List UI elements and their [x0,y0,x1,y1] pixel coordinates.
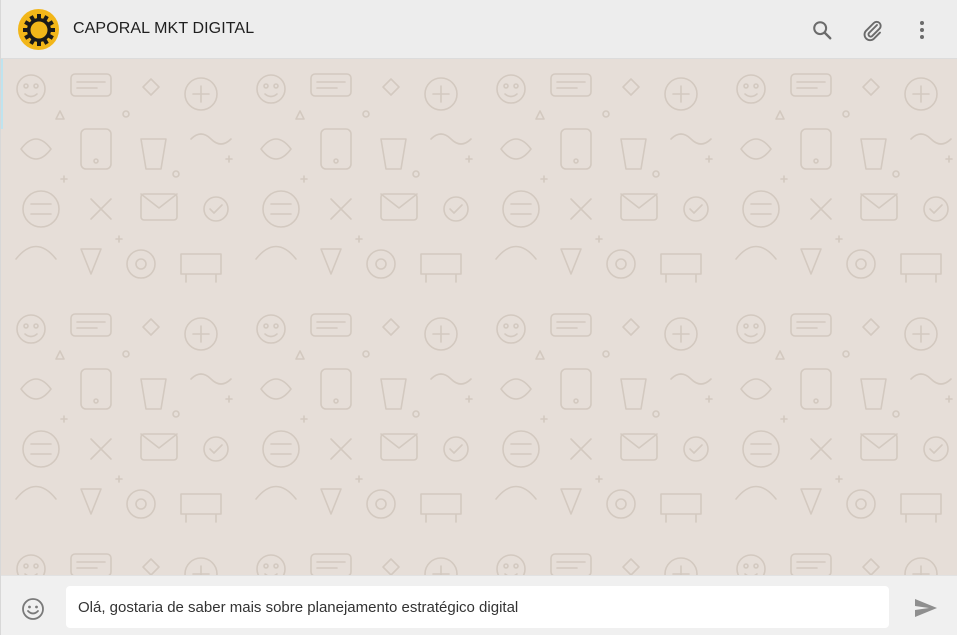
avatar[interactable] [18,9,59,50]
send-icon[interactable] [912,595,940,621]
smiley-icon[interactable] [20,596,46,622]
chat-window: CAPORAL MKT DIGITAL [0,0,957,635]
search-icon[interactable] [809,17,835,43]
contact-name[interactable]: CAPORAL MKT DIGITAL [73,20,254,38]
wallpaper-pattern [1,59,957,575]
paperclip-icon[interactable] [859,17,885,43]
message-input[interactable] [66,586,889,628]
chat-messages-area[interactable] [1,59,957,575]
chat-header: CAPORAL MKT DIGITAL [1,0,957,59]
gear-logo-icon [22,13,55,46]
message-composer [1,575,957,635]
more-vertical-icon[interactable] [909,17,935,43]
